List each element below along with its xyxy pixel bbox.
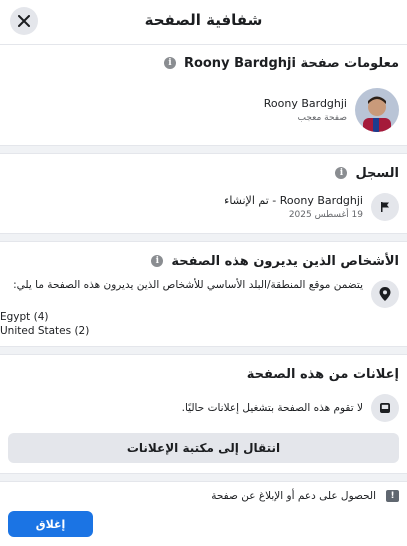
avatar[interactable]: [355, 88, 399, 132]
report-link[interactable]: ! الحصول على دعم أو الإبلاغ عن صفحة: [0, 482, 407, 510]
section-divider: [0, 145, 407, 154]
managers-countries: Egypt (4) United States (2): [0, 310, 407, 338]
section-divider: [0, 233, 407, 242]
country-item: Egypt (4): [0, 311, 49, 323]
report-link-label: الحصول على دعم أو الإبلاغ عن صفحة: [211, 490, 376, 502]
section-divider: [0, 346, 407, 355]
info-icon[interactable]: i: [335, 167, 348, 179]
page-type: صفحة معجب: [297, 113, 348, 123]
ads-title: إعلانات من هذه الصفحة: [246, 366, 399, 382]
page-info-title: معلومات صفحة Roony Bardghji: [183, 55, 399, 71]
history-title: السجل: [355, 165, 399, 181]
ad-card-icon: [371, 394, 399, 422]
dialog-header: شفافية الصفحة: [0, 0, 407, 45]
info-icon[interactable]: i: [151, 255, 164, 267]
ads-section: إعلانات من هذه الصفحة لا تقوم هذه الصفحة…: [0, 355, 407, 473]
history-section: السجل i Roony Bardghji - تم الإنشاء 19 أ…: [0, 154, 407, 233]
country-item: United States (2): [0, 325, 90, 337]
ads-status: لا تقوم هذه الصفحة بتشغيل إعلانات حاليًا…: [181, 402, 363, 414]
page-name[interactable]: Roony Bardghji: [264, 97, 347, 110]
history-date: 19 أغسطس 2025: [288, 210, 363, 220]
close-button[interactable]: [10, 7, 38, 35]
managers-description: يتضمن موقع المنطقة/البلد الأساسي للأشخاص…: [13, 279, 363, 291]
managers-section: الأشخاص الذين يديرون هذه الصفحة i يتضمن …: [0, 242, 407, 346]
avatar-image: [355, 88, 399, 132]
report-icon: !: [386, 490, 399, 502]
managers-title: الأشخاص الذين يديرون هذه الصفحة: [171, 253, 399, 269]
info-icon[interactable]: i: [163, 57, 176, 69]
history-event: Roony Bardghji - تم الإنشاء: [224, 194, 363, 207]
page-info-section: معلومات صفحة Roony Bardghji i Roony Bard…: [0, 45, 407, 145]
flag-icon: [371, 193, 399, 221]
close-icon: [18, 15, 30, 27]
ad-library-button[interactable]: انتقال إلى مكتبة الإعلانات: [8, 433, 399, 463]
close-dialog-button[interactable]: إغلاق: [8, 511, 93, 537]
section-divider: [0, 473, 407, 482]
location-pin-icon: [371, 280, 399, 308]
dialog-title: شفافية الصفحة: [144, 11, 263, 29]
